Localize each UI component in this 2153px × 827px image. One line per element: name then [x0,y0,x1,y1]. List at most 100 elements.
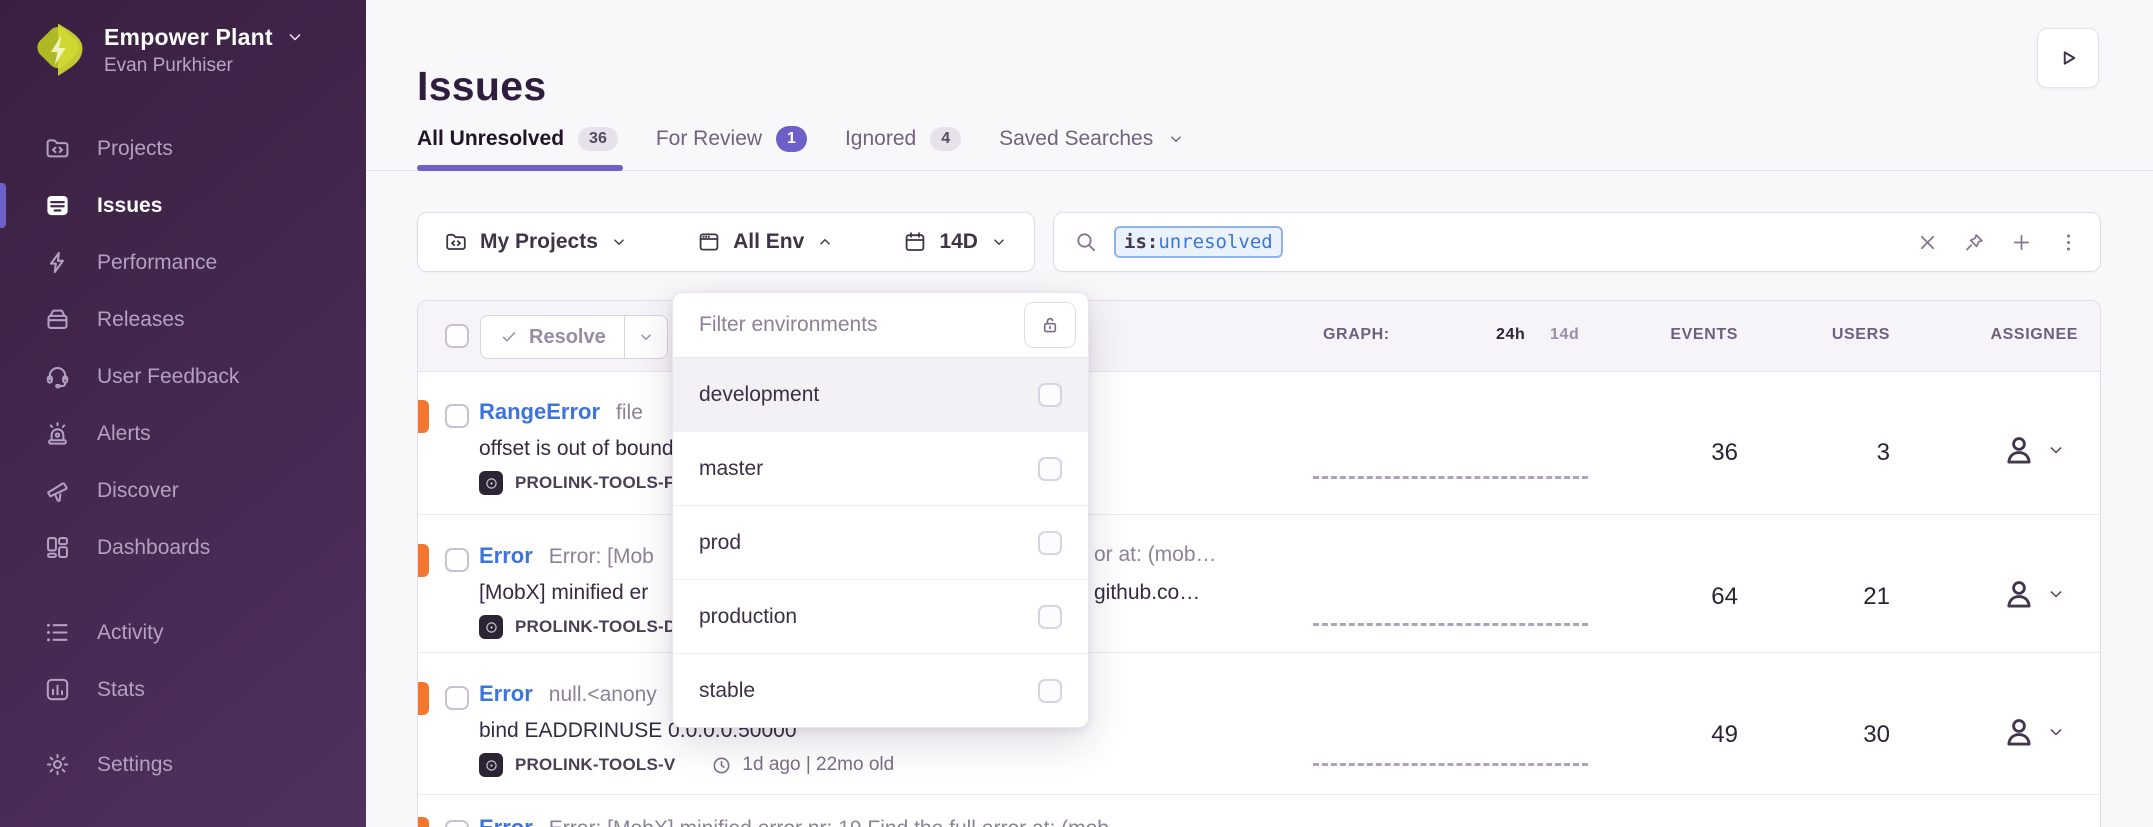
env-option-checkbox[interactable] [1038,457,1062,481]
org-logo [32,22,84,78]
env-option-prod[interactable]: prod [673,505,1088,579]
issue-title-link[interactable]: RangeError [479,399,600,425]
search-token[interactable]: is:unresolved [1114,226,1283,258]
sparkline-placeholder [1313,763,1588,766]
active-tab-underline [417,165,623,171]
chevron-down-icon [637,328,655,346]
chevron-down-icon [285,27,305,47]
project-filter-label: My Projects [480,230,598,254]
clear-search-icon[interactable] [1916,231,1939,254]
date-range-filter-button[interactable]: 14D [903,230,1008,254]
sidebar-item-alerts[interactable]: Alerts [0,405,366,462]
env-option-production[interactable]: production [673,579,1088,653]
assignee-selector[interactable] [2000,713,2066,751]
env-option-checkbox[interactable] [1038,383,1062,407]
add-search-icon[interactable] [2010,231,2033,254]
project-slug[interactable]: PROLINK-TOOLS-V [515,755,675,775]
row-checkbox[interactable] [445,548,469,572]
events-count: 64 [1608,583,1738,611]
row-checkbox[interactable] [445,820,469,827]
row-checkbox[interactable] [445,404,469,428]
chevron-up-icon [816,233,834,251]
sidebar-item-discover[interactable]: Discover [0,462,366,519]
bar-chart-icon [44,676,71,703]
issue-row[interactable]: ErrorError: [MobX] minified error nr: 19… [418,794,2100,827]
env-option-checkbox[interactable] [1038,679,1062,703]
sidebar-item-label: Alerts [97,422,151,446]
issue-title-link[interactable]: Error [479,681,533,707]
resolve-dropdown-toggle[interactable] [624,316,667,358]
sparkline-placeholder [1313,476,1588,479]
env-option-master[interactable]: master [673,431,1088,505]
column-header-users: USERS [1760,326,1890,344]
sidebar-item-label: Settings [97,753,173,777]
tab-for-review[interactable]: For Review 1 [656,126,807,152]
telescope-icon [44,477,71,504]
tab-label: Ignored [845,127,916,151]
issue-row[interactable]: Errornull.<anony bind EADDRINUSE 0.0.0.0… [418,652,2100,795]
project-avatar [479,753,503,777]
tab-label: Saved Searches [999,127,1153,151]
environment-dropdown-header: Filter environments [673,293,1088,358]
project-slug[interactable]: PROLINK-TOOLS-FN [515,473,687,493]
project-filter-button[interactable]: My Projects [444,230,628,254]
env-option-checkbox[interactable] [1038,605,1062,629]
row-checkbox[interactable] [445,686,469,710]
issue-title-link[interactable]: Error [479,543,533,569]
overflow-menu-icon[interactable] [2057,231,2080,254]
users-count: 30 [1760,721,1890,749]
env-option-checkbox[interactable] [1038,531,1062,555]
search-token-key: is: [1124,231,1158,253]
org-switcher[interactable]: Empower Plant Evan Purkhiser [32,22,305,78]
env-option-development[interactable]: development [673,358,1088,431]
sidebar-item-dashboards[interactable]: Dashboards [0,519,366,576]
error-level-indicator [418,544,429,577]
tab-saved-searches[interactable]: Saved Searches [999,127,1185,151]
assignee-selector[interactable] [2000,431,2066,469]
sidebar-item-stats[interactable]: Stats [0,661,366,718]
select-all-checkbox[interactable] [445,324,469,348]
error-level-indicator [418,682,429,715]
replay-tour-button[interactable] [2037,28,2099,88]
users-count: 3 [1760,439,1890,467]
sidebar-item-label: Releases [97,308,185,332]
sidebar-item-user-feedback[interactable]: User Feedback [0,348,366,405]
sidebar: Empower Plant Evan Purkhiser Projects Is… [0,0,366,827]
graph-range-14d[interactable]: 14d [1550,326,1579,344]
issue-search-bar[interactable]: is:unresolved [1053,212,2101,272]
search-icon [1074,230,1098,254]
sidebar-item-performance[interactable]: Performance [0,234,366,291]
tab-ignored[interactable]: Ignored 4 [845,127,961,151]
page-title: Issues [417,63,546,110]
main-content: Issues All Unresolved 36 For Review 1 Ig… [366,0,2153,827]
tab-all-unresolved[interactable]: All Unresolved 36 [417,127,618,151]
project-slug[interactable]: PROLINK-TOOLS-DE [515,617,688,637]
sidebar-item-issues[interactable]: Issues [0,177,366,234]
graph-range-24h[interactable]: 24h [1496,326,1525,344]
sidebar-item-label: Performance [97,251,217,275]
user-icon [2000,575,2038,613]
issue-row[interactable]: ErrorError: [Mob or at: (mob… [MobX] min… [418,514,2100,653]
environment-filter-button[interactable]: All Env [697,230,834,254]
env-option-stable[interactable]: stable [673,653,1088,727]
calendar-icon [903,230,927,254]
issue-title-link[interactable]: Error [479,815,533,827]
resolve-button[interactable]: Resolve [480,315,668,359]
sidebar-nav: Projects Issues Performance Releases Use… [0,120,366,793]
sidebar-item-releases[interactable]: Releases [0,291,366,348]
sidebar-item-label: Projects [97,137,173,161]
sidebar-item-settings[interactable]: Settings [0,736,366,793]
sidebar-item-label: Discover [97,479,179,503]
pin-search-icon[interactable] [1963,231,1986,254]
sidebar-item-activity[interactable]: Activity [0,604,366,661]
sidebar-item-projects[interactable]: Projects [0,120,366,177]
issues-table: Resolve GRAPH: 24h 14d EVENTS USERS ASSI… [417,300,2101,827]
issue-culprit: file [616,401,643,425]
tab-count-badge: 1 [776,126,807,152]
user-icon [2000,713,2038,751]
issue-row[interactable]: RangeErrorfile offset is out of bounds P… [418,371,2100,514]
error-level-indicator [418,400,429,433]
pin-filter-button[interactable] [1024,302,1076,348]
environment-filter-input[interactable]: Filter environments [699,313,1012,337]
assignee-selector[interactable] [2000,575,2066,613]
